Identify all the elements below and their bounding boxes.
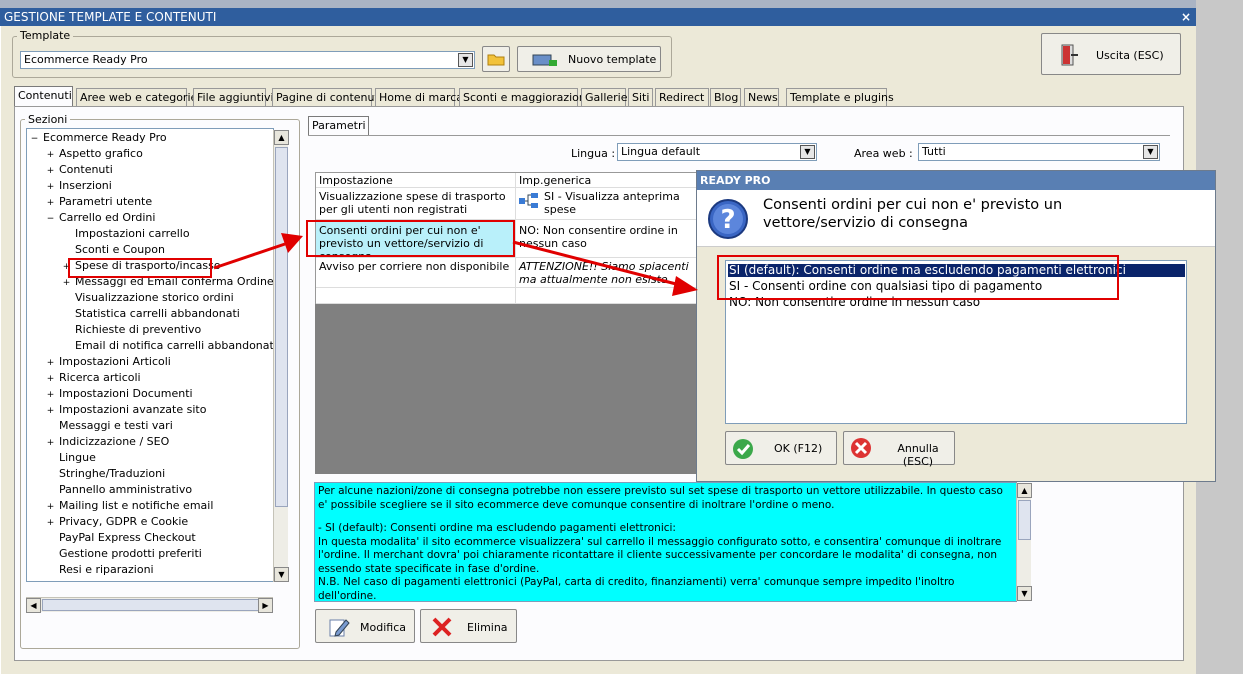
annotation-arrow: [213, 242, 286, 270]
annotation-arrowhead: [672, 276, 698, 296]
annotation-arrow: [512, 240, 681, 287]
annotation-arrows: [213, 233, 698, 296]
